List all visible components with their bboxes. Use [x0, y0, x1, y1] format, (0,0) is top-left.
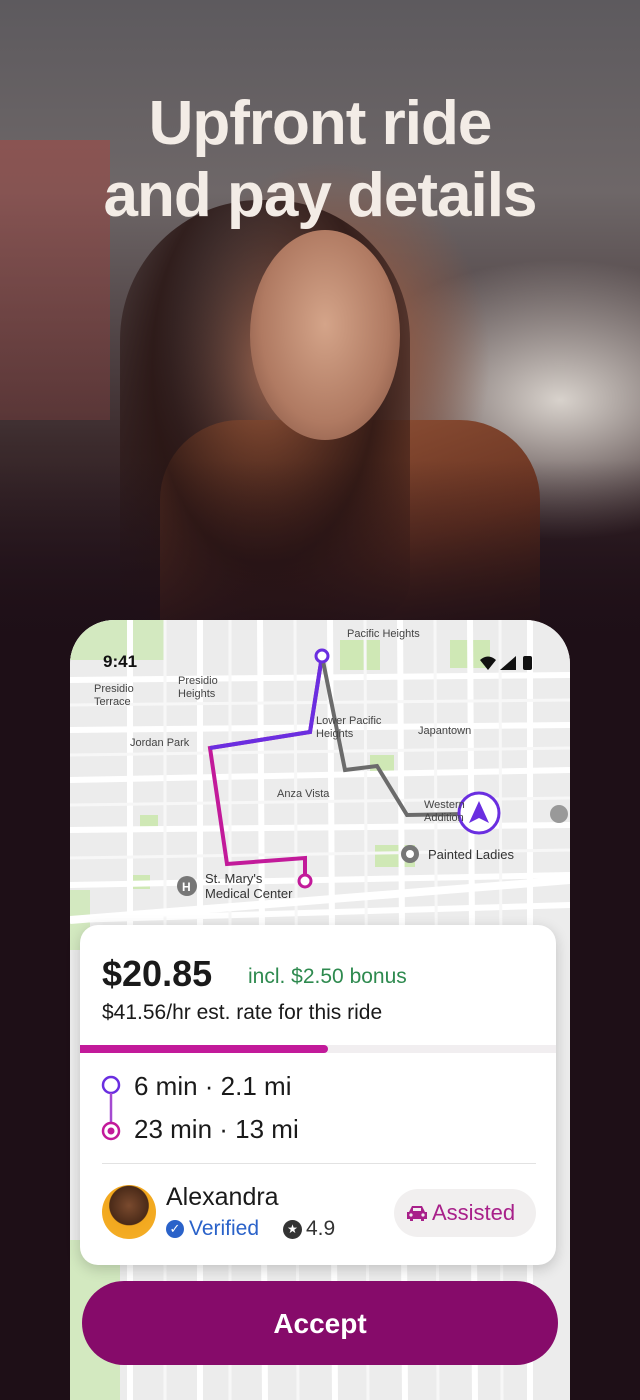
headline-line-2: and pay details — [103, 161, 538, 230]
trip-duration: 23 min · 13 mi — [134, 1114, 299, 1144]
map-label-painted-ladies: Painted Ladies — [428, 847, 515, 862]
rider-name: Alexandra — [166, 1183, 279, 1211]
svg-text:H: H — [182, 880, 191, 894]
verified-badge: ✓ Verified — [166, 1217, 259, 1241]
rider-avatar — [102, 1185, 156, 1239]
wifi-icon — [480, 656, 496, 670]
offer-timer-track — [80, 1045, 556, 1053]
map-label-anza-vista: Anza Vista — [277, 788, 330, 800]
pickup-eta: 6 min · 2.1 mi — [134, 1071, 292, 1101]
map-label-pacific-heights: Pacific Heights — [347, 628, 420, 640]
status-bar: 9:41 — [70, 650, 570, 674]
verified-label: Verified — [189, 1217, 260, 1240]
map-label-lower-pacific-heights: Lower Pacific Heights — [316, 715, 382, 740]
battery-icon — [523, 656, 532, 670]
offer-timer-fill — [80, 1045, 328, 1053]
map-label-presidio-heights: Presidio Heights — [178, 675, 218, 700]
rider-rating: ★ 4.9 — [283, 1217, 335, 1241]
accept-button[interactable]: Accept — [82, 1281, 558, 1365]
fare-amount: $20.85 — [102, 953, 213, 994]
bonus-amount: incl. $2.50 bonus — [248, 965, 407, 988]
headline: Upfront ride and pay details — [0, 88, 640, 232]
assisted-label: Assisted — [432, 1200, 516, 1225]
signal-icon — [500, 656, 516, 670]
ride-offer-card[interactable]: $20.85 incl. $2.50 bonus $41.56/hr est. … — [80, 925, 556, 1265]
car-icon — [407, 1206, 427, 1221]
headline-line-1: Upfront ride — [148, 89, 493, 158]
dropoff-marker — [297, 873, 313, 889]
map-label-jordan-park: Jordan Park — [130, 737, 190, 749]
map-label-western-addition: Western Addition — [424, 799, 465, 824]
route-legend-icon — [101, 1075, 121, 1141]
status-time: 9:41 — [103, 652, 138, 671]
divider — [102, 1163, 536, 1164]
map-label-st-marys: St. Mary's Medical Center — [205, 871, 293, 901]
assisted-tag: Assisted — [394, 1189, 536, 1237]
map-label-japantown: Japantown — [418, 725, 472, 737]
map-label-presidio-terrace: Presidio Terrace — [94, 683, 134, 708]
landmark-icon-right — [550, 805, 568, 823]
hourly-rate: $41.56/hr est. rate for this ride — [102, 1001, 383, 1024]
status-icons — [478, 654, 538, 677]
star-icon: ★ — [283, 1220, 302, 1239]
verified-check-icon: ✓ — [166, 1220, 184, 1238]
rating-value: 4.9 — [306, 1217, 336, 1240]
